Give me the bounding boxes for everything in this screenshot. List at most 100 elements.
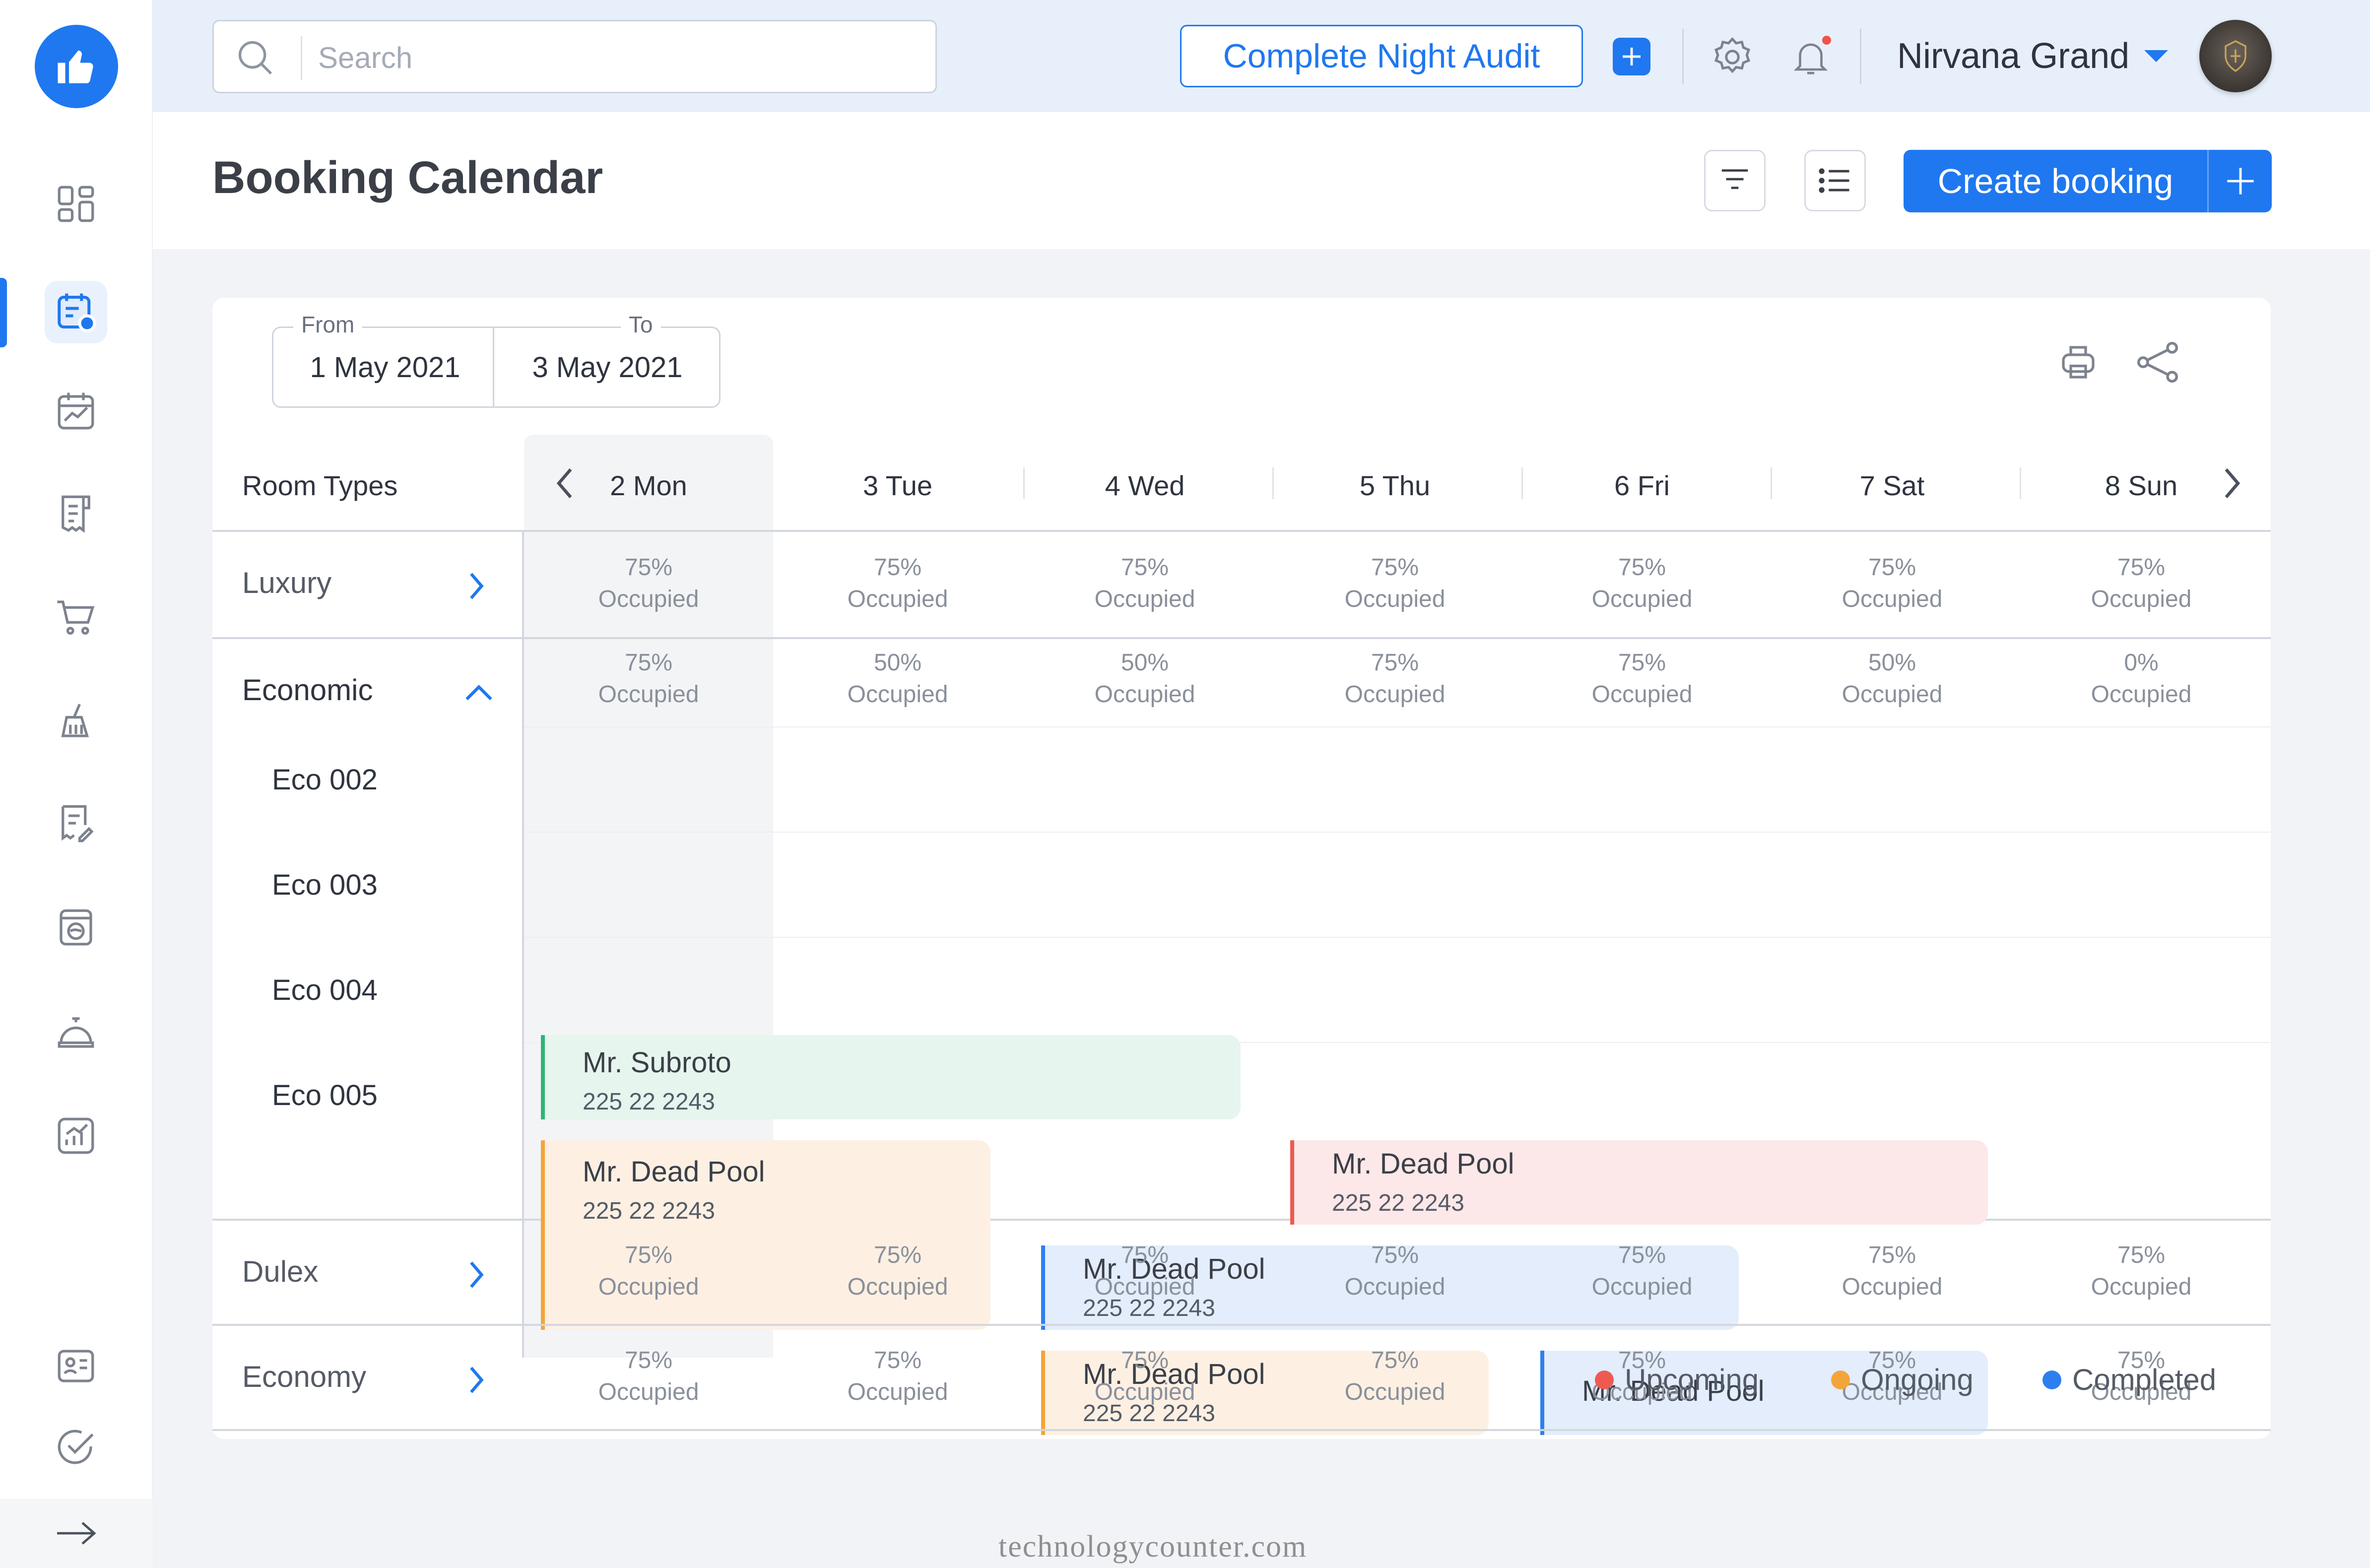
guest-name: Mr. Dead Pool bbox=[1332, 1148, 1514, 1180]
list-view-button[interactable] bbox=[1804, 150, 1866, 211]
complete-night-audit-button[interactable]: Complete Night Audit bbox=[1180, 25, 1583, 87]
list-icon bbox=[1819, 168, 1849, 193]
date-range-picker[interactable]: From To 1 May 2021 3 May 2021 bbox=[272, 311, 721, 408]
broom-icon bbox=[61, 704, 89, 737]
washing-machine-icon bbox=[60, 909, 92, 946]
occupancy-label: Occupied bbox=[1094, 586, 1195, 612]
gear-icon bbox=[1714, 37, 1751, 73]
occupancy-cell: 75% Occupied bbox=[1270, 552, 1519, 615]
occupancy-label: Occupied bbox=[1591, 1274, 1693, 1300]
hotel-selector[interactable]: Nirvana Grand bbox=[1897, 29, 2169, 83]
share-button[interactable] bbox=[2128, 332, 2187, 392]
occupancy-label: Occupied bbox=[847, 586, 948, 612]
guest-phone: 225 22 2243 bbox=[1332, 1190, 1464, 1216]
chevron-right-icon[interactable] bbox=[461, 1257, 491, 1292]
day-header[interactable]: 3 Tue bbox=[773, 469, 1022, 502]
day-header[interactable]: 2 Mon bbox=[524, 469, 773, 502]
occupancy-cell: 75% Occupied bbox=[1517, 1240, 1767, 1303]
notification-badge bbox=[1822, 36, 1831, 45]
print-button[interactable] bbox=[2048, 332, 2108, 392]
occupancy-percent: 75% bbox=[1868, 1242, 1916, 1268]
settings-button[interactable] bbox=[1705, 30, 1760, 84]
quick-add-button[interactable] bbox=[1613, 38, 1650, 75]
top-header: Complete Night Audit Nirvana Grand bbox=[153, 0, 2370, 112]
calendar-booking-icon bbox=[58, 293, 96, 332]
day-header[interactable]: 7 Sat bbox=[1768, 469, 2017, 502]
day-header[interactable]: 6 Fri bbox=[1517, 469, 1767, 502]
nav-statistics[interactable] bbox=[45, 1105, 107, 1167]
occupancy-percent: 75% bbox=[624, 1242, 673, 1268]
occupancy-label: Occupied bbox=[598, 586, 699, 612]
room-label-eco-003[interactable]: Eco 003 bbox=[272, 868, 378, 902]
nav-booking-calendar[interactable] bbox=[45, 281, 107, 343]
occupancy-cell: 50% Occupied bbox=[1768, 647, 2017, 711]
room-label-eco-002[interactable]: Eco 002 bbox=[272, 763, 378, 796]
occupancy-cell: 75% Occupied bbox=[524, 647, 773, 711]
day-header[interactable]: 4 Wed bbox=[1020, 469, 1269, 502]
row-divider bbox=[212, 1429, 2271, 1431]
from-date[interactable]: 1 May 2021 bbox=[273, 328, 497, 406]
app-logo[interactable] bbox=[35, 25, 118, 108]
column-divider bbox=[1023, 467, 1025, 499]
chevron-right-icon[interactable] bbox=[461, 1363, 491, 1397]
notifications-button[interactable] bbox=[1783, 30, 1838, 84]
booking-block[interactable]: Mr. Dead Pool 225 22 2243 bbox=[1290, 1140, 1988, 1225]
filter-icon bbox=[1721, 169, 1748, 189]
nav-dashboard[interactable] bbox=[45, 173, 107, 235]
chevron-right-icon[interactable] bbox=[461, 569, 491, 603]
occupancy-label: Occupied bbox=[847, 1274, 948, 1300]
room-type-row-economic: Economic 75% Occupied 50% Occupied 50% Occu… bbox=[212, 639, 2271, 1221]
day-header[interactable]: 5 Thu bbox=[1270, 469, 1519, 502]
occupancy-percent: 75% bbox=[873, 554, 922, 581]
nav-guests[interactable] bbox=[45, 1335, 107, 1397]
occupancy-cell: 75% Occupied bbox=[1020, 1240, 1269, 1303]
room-type-label[interactable]: Economic bbox=[242, 673, 373, 707]
search-input[interactable] bbox=[318, 35, 914, 80]
search-box[interactable] bbox=[212, 20, 937, 93]
legend-label: Completed bbox=[2072, 1363, 2217, 1396]
room-divider bbox=[524, 726, 2271, 727]
date-divider bbox=[493, 328, 494, 406]
nav-reports[interactable] bbox=[45, 482, 107, 545]
nav-analytics-calendar[interactable] bbox=[45, 380, 107, 443]
nav-shop[interactable] bbox=[45, 586, 107, 648]
booking-block[interactable]: Mr. Subroto 225 22 2243 bbox=[541, 1035, 1241, 1119]
occupancy-cell: 75% Occupied bbox=[1517, 552, 1767, 615]
occupancy-percent: 50% bbox=[873, 650, 922, 676]
nav-services[interactable] bbox=[45, 1000, 107, 1063]
filter-button[interactable] bbox=[1704, 150, 1766, 211]
user-avatar[interactable] bbox=[2199, 20, 2272, 92]
nav-laundry[interactable] bbox=[45, 896, 107, 959]
create-booking-button[interactable]: Create booking bbox=[1904, 150, 2272, 212]
occupancy-percent: 50% bbox=[1120, 650, 1169, 676]
create-booking-plus[interactable] bbox=[2209, 165, 2272, 197]
occupancy-label: Occupied bbox=[1094, 1274, 1195, 1300]
room-label-eco-005[interactable]: Eco 005 bbox=[272, 1079, 378, 1112]
occupancy-percent: 75% bbox=[873, 1242, 922, 1268]
hotel-crest-icon bbox=[2225, 40, 2246, 72]
guest-phone: 225 22 2243 bbox=[583, 1089, 715, 1115]
to-date[interactable]: 3 May 2021 bbox=[496, 328, 719, 406]
room-label-eco-004[interactable]: Eco 004 bbox=[272, 974, 378, 1007]
room-type-row-dulex[interactable]: Dulex 75% Occupied 75% Occupied 75% Occupie… bbox=[212, 1221, 2271, 1324]
header-divider bbox=[1682, 29, 1684, 84]
legend-ongoing: Ongoing bbox=[1831, 1363, 1974, 1397]
calendar-card: From To 1 May 2021 3 May 2021 Room Types… bbox=[212, 298, 2271, 1439]
watermark: technologycounter.com bbox=[998, 1530, 1308, 1564]
legend-upcoming: Upcoming bbox=[1595, 1363, 1759, 1397]
next-week-button[interactable] bbox=[2217, 463, 2247, 503]
room-type-row-luxury[interactable]: Luxury 75% Occupied 75% Occupied 75% Occupi… bbox=[212, 532, 2271, 637]
chevron-up-icon[interactable] bbox=[461, 680, 496, 705]
occupancy-label: Occupied bbox=[2091, 681, 2192, 708]
occupancy-label: Occupied bbox=[847, 1379, 948, 1405]
occupancy-label: Occupied bbox=[1591, 586, 1693, 612]
sidebar-expand-button[interactable] bbox=[0, 1499, 153, 1568]
column-divider bbox=[2020, 467, 2021, 499]
occupancy-cell: 75% Occupied bbox=[1768, 1240, 2017, 1303]
occupancy-percent: 75% bbox=[624, 650, 673, 676]
nav-tasks[interactable] bbox=[45, 1416, 107, 1479]
nav-housekeeping[interactable] bbox=[45, 690, 107, 752]
occupancy-percent: 75% bbox=[1618, 650, 1666, 676]
nav-notes[interactable] bbox=[45, 792, 107, 854]
occupancy-cell: 50% Occupied bbox=[1020, 647, 1269, 711]
